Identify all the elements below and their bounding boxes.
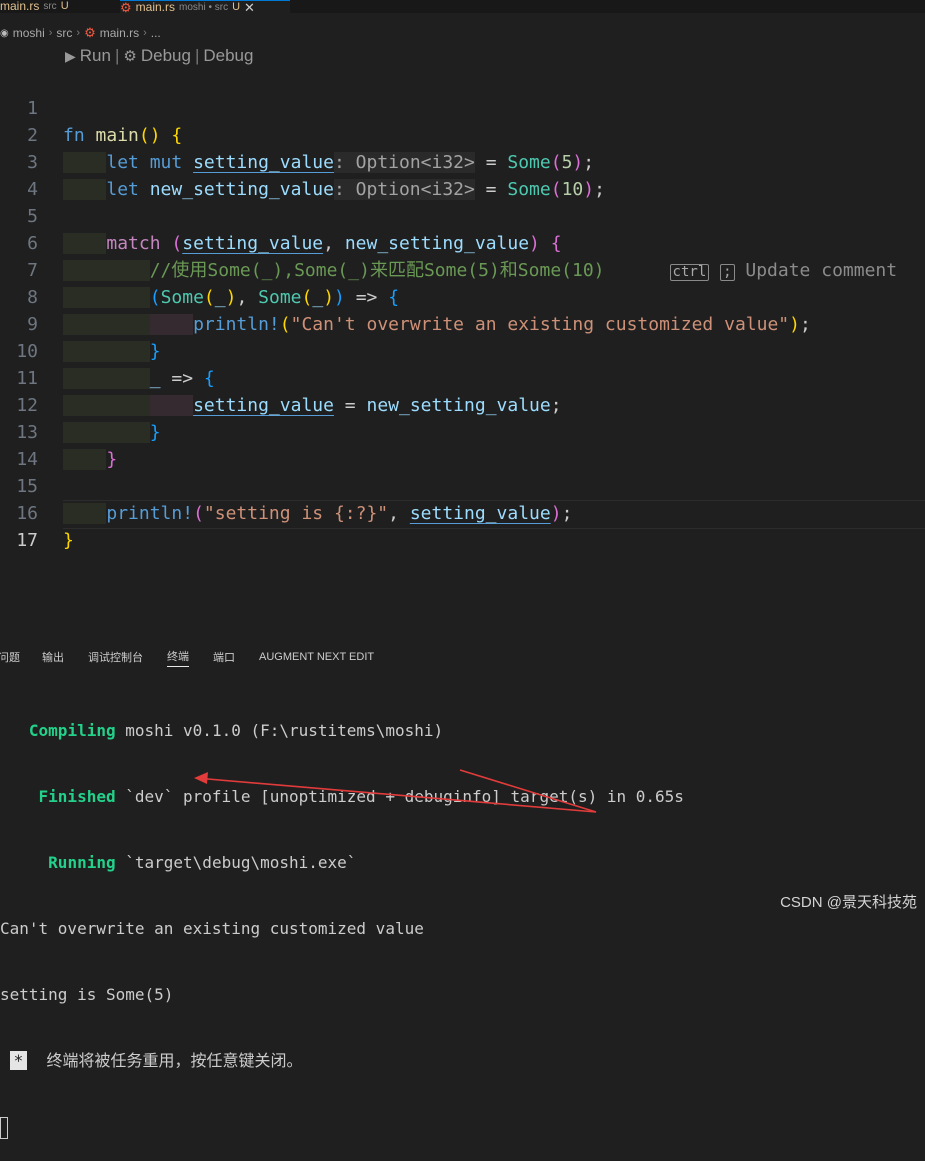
code-line: 10 _ => { [0, 311, 925, 389]
terminal-line: Can't overwrite an existing customized v… [0, 919, 424, 938]
debug-lens[interactable]: Debug [203, 46, 253, 66]
terminal-line: setting is Some(5) [0, 985, 174, 1004]
play-icon: ▶ [65, 47, 76, 64]
tab-debug-console[interactable]: 调试控制台 [88, 649, 143, 665]
code-line: 4 [0, 149, 925, 200]
chevron-right-icon: › [143, 27, 147, 39]
compiling-text: moshi v0.1.0 (F:\rustitems\moshi) [115, 721, 444, 740]
watermark: CSDN @景天科技苑 [780, 894, 917, 911]
tab-ports[interactable]: 端口 [213, 649, 235, 665]
terminal-line: Compiling moshi v0.1.0 (F:\rustitems\mos… [0, 720, 925, 742]
task-reuse-message: 终端将被任务重用，按任意键关闭。 [46, 1051, 303, 1070]
task-star-badge: * [9, 1051, 28, 1070]
code-line: 11 setting_value = new_setting_value; [0, 338, 925, 416]
code-line: 15 println!("setting is {:?}", setting_v… [0, 446, 925, 524]
terminal-line: Finished `dev` profile [unoptimized + de… [0, 786, 925, 808]
terminal-line [0, 1116, 925, 1139]
rust-file-icon: ⚙ [84, 25, 96, 40]
debug-lens[interactable]: Debug [141, 46, 191, 66]
code-line: 16 } [0, 473, 925, 551]
folder-icon: ◉ [0, 27, 9, 39]
finished-text: `dev` profile [unoptimized + debuginfo] … [115, 787, 684, 806]
code-line: 12 } [0, 365, 925, 443]
tab-dir: moshi • src [179, 2, 229, 13]
editor-tab-bar: main.rs src U ⚙ main.rs moshi • src U ✕ [0, 0, 925, 13]
running-text: `target\debug\moshi.exe` [115, 853, 357, 872]
tab-output[interactable]: 输出 [42, 649, 64, 665]
tab-main-rs-src[interactable]: main.rs src U [0, 0, 110, 13]
terminal-line: Running `target\debug\moshi.exe` [0, 852, 925, 874]
run-lens[interactable]: Run [80, 46, 111, 66]
tab-augment-next-edit[interactable]: AUGMENT NEXT EDIT [259, 651, 374, 663]
tab-status: U [60, 0, 69, 12]
code-line: 1 fn main() { [0, 68, 925, 146]
tab-filename: main.rs [0, 0, 40, 13]
lens-separator: | [114, 46, 120, 65]
code-line: 5 match (setting_value, new_setting_valu… [0, 176, 925, 254]
tab-filename: main.rs [135, 0, 175, 14]
tab-main-rs-moshi[interactable]: ⚙ main.rs moshi • src U ✕ [120, 0, 290, 13]
rust-file-icon: ⚙ [120, 0, 132, 13]
tab-dir: src [43, 1, 57, 12]
code-line: 2 let mut setting_value: Option<i32> = S… [0, 95, 925, 173]
tab-terminal[interactable]: 终端 [167, 648, 189, 667]
terminal-output[interactable]: Compiling moshi v0.1.0 (F:\rustitems\mos… [0, 676, 925, 1161]
code-line: 6 //使用Some(_),Some(_)来匹配Some(5)和Some(10)… [0, 203, 925, 281]
lens-separator: | [194, 46, 200, 65]
breadcrumb-item[interactable]: ... [151, 26, 161, 40]
terminal-cursor [0, 1116, 8, 1139]
gear-icon: ⚙ [123, 48, 137, 65]
chevron-right-icon: › [48, 27, 53, 39]
code-line: 13 } [0, 392, 925, 470]
tab-problems[interactable]: 问题 [0, 649, 20, 665]
breadcrumb-item[interactable]: moshi [13, 26, 45, 40]
code-line: 3 let new_setting_value: Option<i32> = S… [0, 122, 925, 200]
compiling-label: Compiling [28, 721, 116, 740]
code-line: 17 [0, 500, 925, 551]
breadcrumb-item[interactable]: src [56, 26, 72, 40]
chevron-right-icon: › [76, 27, 81, 39]
breadcrumb: ◉ moshi › src › ⚙ main.rs › ... [0, 24, 161, 42]
finished-label: Finished [38, 787, 116, 806]
terminal-line: * 终端将被任务重用，按任意键关闭。 [0, 1050, 925, 1072]
code-line: 9 } [0, 284, 925, 362]
breadcrumb-item[interactable]: main.rs [100, 26, 139, 40]
code-text: } [63, 530, 74, 551]
running-label: Running [48, 853, 116, 872]
code-lens: ▶ Run | ⚙ Debug | Debug [65, 45, 253, 67]
panel-tab-bar: 问题 输出 调试控制台 终端 端口 AUGMENT NEXT EDIT [0, 648, 398, 667]
code-line: 14 [0, 419, 925, 470]
line-number: 17 [16, 530, 38, 551]
tab-status: U [232, 1, 241, 13]
code-line: 7 (Some(_), Some(_)) => { [0, 230, 925, 308]
close-icon[interactable]: ✕ [244, 1, 255, 13]
code-line: 8 println!("Can't overwrite an existing … [0, 257, 925, 335]
